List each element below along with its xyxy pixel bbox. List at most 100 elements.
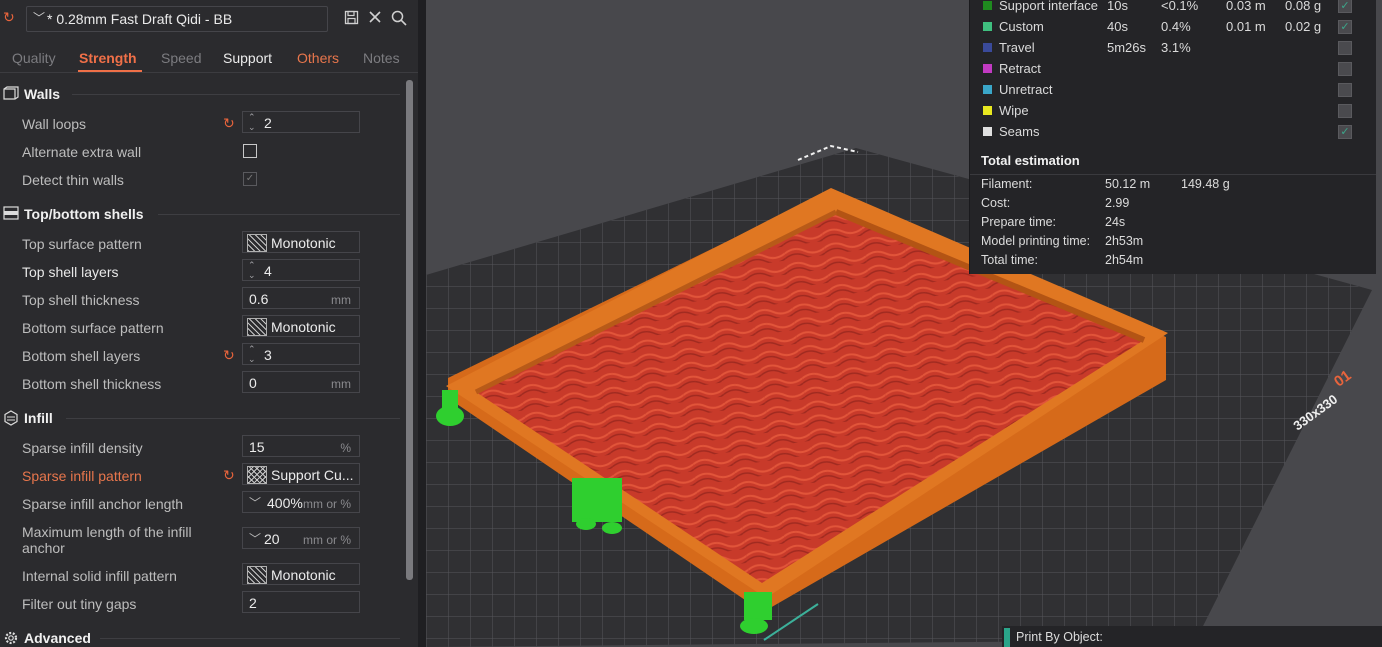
spin-arrows-icon[interactable]: ⌃ ⌄ <box>248 260 256 280</box>
scrollbar[interactable] <box>406 80 413 580</box>
setting-label: Internal solid infill pattern <box>22 568 177 584</box>
legend-visibility-checkbox[interactable] <box>1338 41 1352 55</box>
legend-length: 0.03 m <box>1226 0 1266 13</box>
save-icon[interactable] <box>343 10 359 26</box>
top-shell-thickness-input[interactable]: 0.6 mm <box>242 287 360 309</box>
setting-label: Bottom shell thickness <box>22 376 162 392</box>
filament-label: Filament: <box>981 177 1033 191</box>
legend-visibility-checkbox[interactable] <box>1338 83 1352 97</box>
reset-icon[interactable]: ↻ <box>223 115 239 131</box>
field-value: 0 <box>249 375 257 391</box>
field-value: Support Cu... <box>271 467 354 483</box>
gear-icon <box>3 630 19 645</box>
setting-label: Bottom shell layers <box>22 348 141 364</box>
legend-row-wipe: Wipe <box>970 102 1376 122</box>
tab-others[interactable]: Others <box>297 50 339 66</box>
field-value: Monotonic <box>271 235 336 251</box>
close-icon[interactable] <box>367 10 383 26</box>
legend-name: Seams <box>999 124 1040 139</box>
field-unit: mm or % <box>303 497 351 511</box>
support-cubic-pattern-icon <box>247 466 267 484</box>
tab-speed[interactable]: Speed <box>161 50 201 66</box>
settings-panel: ↻ ﹀ * 0.28mm Fast Draft Qidi - BB Qualit… <box>0 0 418 647</box>
legend-visibility-checkbox[interactable] <box>1338 62 1352 76</box>
print-by-object-bar[interactable]: Print By Object: <box>1002 626 1382 647</box>
reset-icon[interactable]: ↻ <box>223 347 239 363</box>
cost-label: Cost: <box>981 196 1011 210</box>
top-shell-layers-spinner[interactable]: ⌃ ⌄ 4 <box>242 259 360 281</box>
setting-label: Top surface pattern <box>22 236 142 252</box>
support-structure <box>602 522 622 534</box>
monotonic-pattern-icon <box>247 318 267 336</box>
field-value: 3 <box>264 347 272 363</box>
support-structure <box>744 592 772 620</box>
legend-percent: 3.1% <box>1161 40 1191 55</box>
tab-notes[interactable]: Notes <box>363 50 400 66</box>
sparse-infill-pattern-select[interactable]: Support Cu... <box>242 463 360 485</box>
field-unit: mm <box>331 377 351 391</box>
anchor-length-combo[interactable]: ﹀ 400% mm or % <box>242 491 360 513</box>
section-title: Infill <box>24 410 53 426</box>
preset-bar: ↻ ﹀ * 0.28mm Fast Draft Qidi - BB <box>0 0 418 38</box>
legend-row-custom: Custom 40s 0.4% 0.01 m 0.02 g ✓ <box>970 18 1376 38</box>
sparse-infill-density-input[interactable]: 15 % <box>242 435 360 457</box>
legend-visibility-checkbox[interactable]: ✓ <box>1338 20 1352 34</box>
legend-row-travel: Travel 5m26s 3.1% <box>970 39 1376 59</box>
legend-visibility-checkbox[interactable]: ✓ <box>1338 125 1352 139</box>
plate-number: 01 <box>1331 367 1354 391</box>
setting-label: Wall loops <box>22 116 87 132</box>
field-value: Monotonic <box>271 319 336 335</box>
top-surface-pattern-select[interactable]: Monotonic <box>242 231 360 253</box>
field-unit: mm or % <box>303 533 351 547</box>
total-time-label: Total time: <box>981 253 1038 267</box>
setting-label: Detect thin walls <box>22 172 124 188</box>
wall-loops-spinner[interactable]: ⌃ ⌄ 2 <box>242 111 360 133</box>
chevron-down-icon[interactable]: ﹀ <box>249 494 261 511</box>
field-unit: mm <box>331 293 351 307</box>
preset-dropdown[interactable]: ﹀ * 0.28mm Fast Draft Qidi - BB <box>26 6 328 32</box>
legend-row-support-interface: Support interface 10s <0.1% 0.03 m 0.08 … <box>970 0 1376 17</box>
field-value: 2 <box>249 595 257 611</box>
legend-visibility-checkbox[interactable]: ✓ <box>1338 0 1352 13</box>
legend-time: 40s <box>1107 19 1128 34</box>
tab-strength[interactable]: Strength <box>79 50 137 66</box>
support-structure <box>442 390 458 414</box>
tab-support[interactable]: Support <box>223 50 272 66</box>
setting-label: Filter out tiny gaps <box>22 596 137 612</box>
support-structure <box>572 478 622 522</box>
preset-name: * 0.28mm Fast Draft Qidi - BB <box>47 11 233 27</box>
legend-time: 5m26s <box>1107 40 1147 55</box>
search-icon[interactable] <box>391 10 407 26</box>
section-top-bottom-shells: Top/bottom shells <box>0 203 400 225</box>
max-anchor-combo[interactable]: ﹀ 20 mm or % <box>242 527 360 549</box>
setting-label: Maximum length of the infill anchor <box>22 524 192 556</box>
setting-label: Sparse infill pattern <box>22 468 142 484</box>
filter-tiny-gaps-input[interactable]: 2 <box>242 591 360 613</box>
spin-arrows-icon[interactable]: ⌃ ⌄ <box>248 112 256 132</box>
field-value: 4 <box>264 263 272 279</box>
color-swatch <box>983 1 992 10</box>
spin-arrows-icon[interactable]: ⌃ ⌄ <box>248 344 256 364</box>
bottom-surface-pattern-select[interactable]: Monotonic <box>242 315 360 337</box>
reset-icon[interactable]: ↻ <box>3 10 17 24</box>
prepare-time-label: Prepare time: <box>981 215 1057 229</box>
support-structure <box>576 518 596 530</box>
field-value: 20 <box>264 531 280 547</box>
legend-name: Support interface <box>999 0 1099 13</box>
bottom-shell-thickness-input[interactable]: 0 mm <box>242 371 360 393</box>
filament-length: 50.12 m <box>1105 177 1151 191</box>
alternate-extra-wall-checkbox[interactable] <box>243 144 257 158</box>
internal-solid-pattern-select[interactable]: Monotonic <box>242 563 360 585</box>
legend-name: Travel <box>999 40 1035 55</box>
setting-label: Bottom surface pattern <box>22 320 164 336</box>
legend-visibility-checkbox[interactable] <box>1338 104 1352 118</box>
chevron-down-icon[interactable]: ﹀ <box>249 530 261 547</box>
panel-splitter[interactable] <box>418 0 426 647</box>
field-value: 2 <box>264 115 272 131</box>
color-swatch <box>983 22 992 31</box>
bottom-shell-layers-spinner[interactable]: ⌃ ⌄ 3 <box>242 343 360 365</box>
tab-quality[interactable]: Quality <box>12 50 56 66</box>
divider <box>100 638 400 639</box>
reset-icon[interactable]: ↻ <box>223 467 239 483</box>
detect-thin-walls-checkbox[interactable]: ✓ <box>243 172 257 186</box>
